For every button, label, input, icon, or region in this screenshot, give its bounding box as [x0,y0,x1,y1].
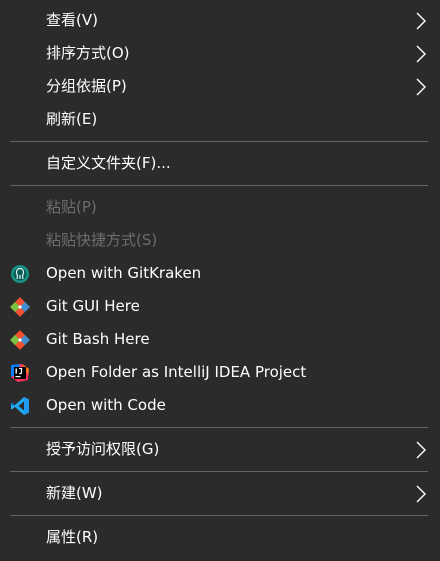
menu-item-refresh-label: 刷新(E) [46,110,98,128]
menu-item-new-label: 新建(W) [46,484,103,502]
menu-separator [10,515,428,516]
chevron-right-icon [416,441,426,459]
menu-item-git-gui-label: Git GUI Here [46,297,140,315]
menu-item-group-label: 分组依据(P) [46,77,127,95]
menu-item-paste-shortcut: 粘贴快捷方式(S) [0,224,440,257]
menu-item-properties[interactable]: 属性(R) [0,521,440,554]
menu-item-refresh[interactable]: 刷新(E) [0,103,440,136]
menu-separator [10,141,428,142]
menu-item-vscode-label: Open with Code [46,396,166,414]
menu-item-grant-access[interactable]: 授予访问权限(G) [0,433,440,466]
menu-item-paste: 粘贴(P) [0,191,440,224]
menu-item-new[interactable]: 新建(W) [0,477,440,510]
menu-item-customize-folder[interactable]: 自定义文件夹(F)... [0,147,440,180]
menu-item-gitkraken-label: Open with GitKraken [46,264,202,282]
gitkraken-icon [11,265,29,283]
menu-item-open-gitkraken[interactable]: Open with GitKraken [0,257,440,290]
vscode-icon [11,397,29,415]
menu-item-git-bash-label: Git Bash Here [46,330,150,348]
menu-item-view-label: 查看(V) [46,11,98,29]
menu-item-grant-access-label: 授予访问权限(G) [46,440,160,458]
menu-item-open-intellij[interactable]: Open Folder as IntelliJ IDEA Project [0,356,440,389]
menu-item-paste-label: 粘贴(P) [46,198,97,216]
git-icon [10,297,30,317]
menu-separator [10,427,428,428]
menu-item-paste-shortcut-label: 粘贴快捷方式(S) [46,231,158,249]
menu-item-view[interactable]: 查看(V) [0,4,440,37]
menu-item-open-vscode[interactable]: Open with Code [0,389,440,422]
menu-item-group[interactable]: 分组依据(P) [0,70,440,103]
menu-item-properties-label: 属性(R) [46,528,99,546]
menu-item-git-gui[interactable]: Git GUI Here [0,290,440,323]
git-icon [10,330,30,350]
chevron-right-icon [416,12,426,30]
context-menu: 查看(V) 排序方式(O) 分组依据(P) 刷新(E) 自定义文件夹(F)...… [0,0,440,561]
chevron-right-icon [416,485,426,503]
chevron-right-icon [416,78,426,96]
intellij-idea-icon [11,364,29,382]
menu-separator [10,185,428,186]
chevron-right-icon [416,45,426,63]
menu-item-sort[interactable]: 排序方式(O) [0,37,440,70]
menu-item-customize-label: 自定义文件夹(F)... [46,154,171,172]
menu-separator [10,471,428,472]
menu-item-sort-label: 排序方式(O) [46,44,130,62]
menu-item-intellij-label: Open Folder as IntelliJ IDEA Project [46,363,307,381]
menu-item-git-bash[interactable]: Git Bash Here [0,323,440,356]
